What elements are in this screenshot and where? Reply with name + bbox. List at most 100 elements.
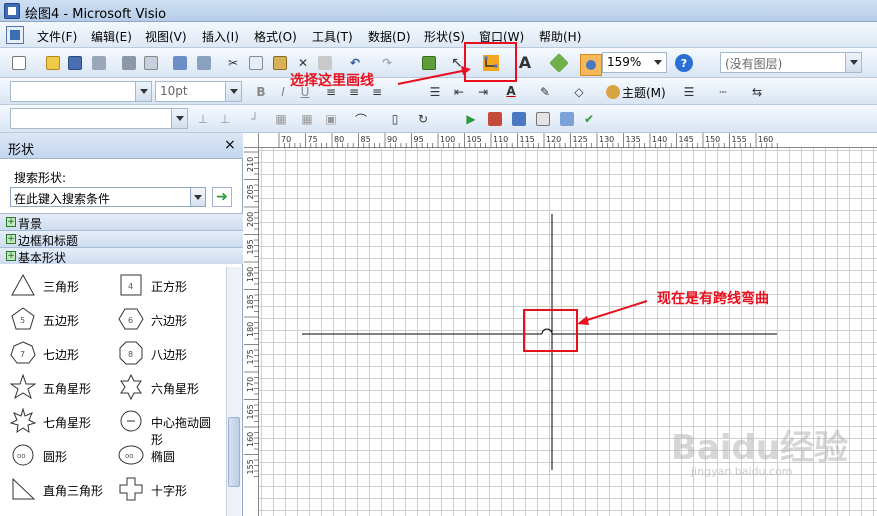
ruler-corner: [244, 133, 259, 148]
shape-square[interactable]: 4 正方形: [110, 272, 220, 302]
document-icon[interactable]: [6, 26, 24, 44]
print-icon[interactable]: [120, 54, 138, 72]
shape-hexagon[interactable]: 6 六边形: [110, 306, 220, 336]
shape-label: 正方形: [151, 280, 188, 294]
jump-annotation-text: 现在是有跨线弯曲: [657, 291, 769, 307]
close-icon[interactable]: ×: [224, 137, 236, 153]
data-link-icon[interactable]: [510, 110, 528, 128]
new-document-icon[interactable]: [10, 54, 28, 72]
menu-shape[interactable]: 形状(S): [424, 28, 465, 45]
paste-icon[interactable]: [271, 54, 289, 72]
bring-front-icon[interactable]: ▣: [322, 110, 340, 128]
font-size-value: 10pt: [160, 84, 188, 98]
permission-icon[interactable]: [90, 54, 108, 72]
vertical-ruler: 210 205 200 195 190 185 180 175 170 165 160 155: [244, 148, 259, 516]
line-color-icon[interactable]: ✎: [536, 83, 554, 101]
scrollbar-thumb[interactable]: [228, 417, 240, 487]
save-icon[interactable]: [66, 54, 84, 72]
menu-help[interactable]: 帮助(H): [539, 28, 581, 45]
ruler-label: 185: [246, 294, 255, 309]
increase-indent-icon[interactable]: ⇥: [474, 83, 492, 101]
copy-icon[interactable]: [247, 54, 265, 72]
drawing-canvas[interactable]: 现在是有跨线弯曲 Baidu经验 jingyan.baidu.com: [259, 148, 877, 516]
stencil-basic-shapes[interactable]: + 基本形状: [0, 247, 243, 265]
zoom-combo[interactable]: 159%: [602, 52, 667, 73]
theme-button[interactable]: 主题(M): [622, 84, 666, 101]
connector-annotation-text: 选择这里画线: [290, 73, 374, 89]
line-ends-icon[interactable]: ⇆: [748, 83, 766, 101]
bold-icon[interactable]: B: [252, 83, 270, 101]
ruler-label: 80: [334, 135, 344, 144]
menu-tools[interactable]: 工具(T): [312, 28, 353, 45]
shape-heptagon[interactable]: 7 七边形: [2, 340, 112, 370]
shape-circle[interactable]: oo 圆形: [2, 442, 112, 472]
shape-star6[interactable]: 六角星形: [110, 374, 220, 404]
align-shapes-icon[interactable]: ⊥: [194, 110, 212, 128]
help-icon[interactable]: ?: [675, 54, 693, 72]
shape-label: 七角星形: [43, 416, 92, 430]
layer-value: (没有图层): [725, 57, 783, 71]
line-pattern-icon[interactable]: ┄: [714, 83, 732, 101]
print-preview-icon[interactable]: [142, 54, 160, 72]
shape-ellipse[interactable]: oo 椭圆: [110, 442, 220, 472]
shape-data-icon[interactable]: [534, 110, 552, 128]
ruler-label: 190: [246, 267, 255, 282]
square-icon: 4: [120, 274, 142, 296]
stamp-tool-icon[interactable]: [549, 53, 569, 73]
font-combo[interactable]: [10, 81, 152, 102]
rotate-icon[interactable]: ↻: [414, 110, 432, 128]
ruler-label: 85: [361, 135, 371, 144]
redo-icon[interactable]: ↷: [378, 54, 396, 72]
checkmark-icon[interactable]: ✔: [580, 110, 598, 128]
search-go-icon[interactable]: ➜: [212, 187, 232, 207]
menu-edit[interactable]: 编辑(E): [91, 28, 132, 45]
shape-octagon[interactable]: 8 八边形: [110, 340, 220, 370]
shape-cross[interactable]: 十字形: [110, 476, 220, 506]
run-icon[interactable]: ▶: [462, 110, 480, 128]
star5-icon: [10, 374, 36, 400]
shape-center-circle[interactable]: 中心拖动圆形: [110, 408, 220, 447]
distribute-icon[interactable]: ⊥: [216, 110, 234, 128]
shape-label: 六边形: [151, 314, 188, 328]
line-weight-icon[interactable]: ☰: [680, 83, 698, 101]
menu-data[interactable]: 数据(D): [368, 28, 411, 45]
connect-shapes-icon[interactable]: ┘: [246, 110, 264, 128]
shape-pentagon[interactable]: 5 五边形: [2, 306, 112, 336]
spelling-icon[interactable]: [171, 54, 189, 72]
shape-triangle[interactable]: 三角形: [2, 272, 112, 302]
font-color-icon[interactable]: A: [502, 82, 520, 100]
text-tool-icon[interactable]: A: [516, 53, 534, 72]
search-input[interactable]: 在此键入搜索条件: [10, 187, 206, 207]
watermark: Baidu经验: [671, 428, 849, 468]
group-icon[interactable]: ▦: [272, 110, 290, 128]
shape-star5[interactable]: 五角星形: [2, 374, 112, 404]
theme-icon[interactable]: [604, 83, 622, 101]
font-size-combo[interactable]: 10pt: [155, 81, 242, 102]
ruler-label: 135: [626, 135, 641, 144]
ruler-label: 115: [520, 135, 535, 144]
menu-format[interactable]: 格式(O): [254, 28, 297, 45]
shape-star7[interactable]: 七角星形: [2, 408, 112, 438]
zoom-value: 159%: [607, 55, 642, 69]
page-icon[interactable]: ▯: [386, 110, 404, 128]
menu-file[interactable]: 文件(F): [37, 28, 77, 45]
layer-combo[interactable]: (没有图层): [720, 52, 862, 73]
pan-zoom-icon[interactable]: [580, 54, 602, 76]
menu-insert[interactable]: 插入(I): [202, 28, 239, 45]
research-icon[interactable]: [195, 54, 213, 72]
menu-view[interactable]: 视图(V): [145, 28, 187, 45]
stencil-background[interactable]: + 背景: [0, 213, 243, 231]
shape-right-triangle[interactable]: 直角三角形: [2, 476, 112, 506]
data-graphics-icon[interactable]: [558, 110, 576, 128]
open-folder-icon[interactable]: [44, 54, 62, 72]
svg-text:8: 8: [128, 350, 133, 359]
connector-style-icon[interactable]: ⌒: [352, 110, 370, 128]
stencil-borders-titles[interactable]: + 边框和标题: [0, 230, 243, 248]
report-icon[interactable]: [486, 110, 504, 128]
shapes-scrollbar[interactable]: [226, 267, 241, 516]
cut-icon[interactable]: ✂: [224, 54, 242, 72]
style-combo[interactable]: [10, 108, 188, 129]
ungroup-icon[interactable]: ▦: [298, 110, 316, 128]
search-dropdown-icon[interactable]: [190, 188, 205, 206]
fill-color-icon[interactable]: ◇: [570, 83, 588, 101]
